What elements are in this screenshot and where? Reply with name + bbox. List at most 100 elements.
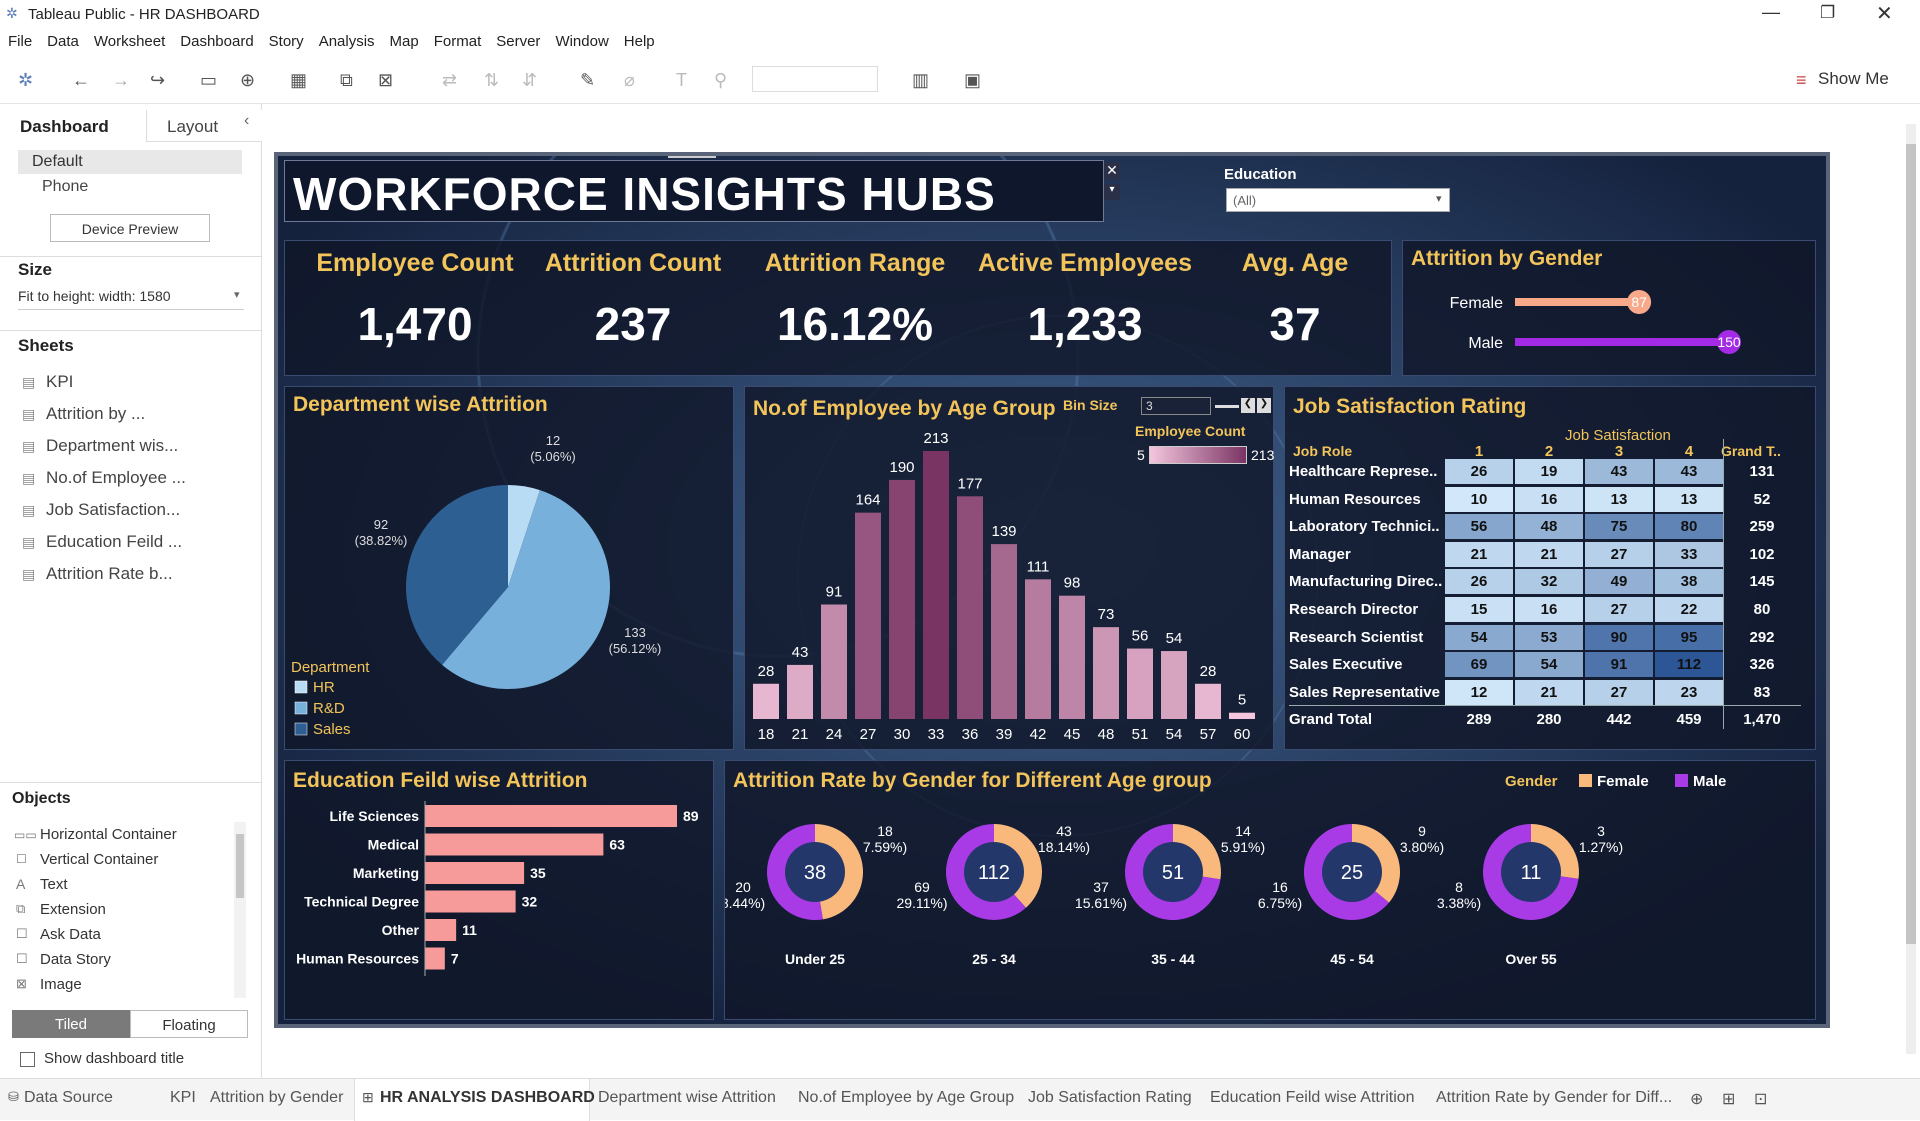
sheet-item[interactable]: Attrition by ...: [46, 404, 145, 424]
object-item[interactable]: Extension: [40, 901, 106, 918]
bar-value-label: 28: [1200, 663, 1217, 680]
chevron-down-icon[interactable]: ▾: [234, 288, 240, 301]
menu-help[interactable]: Help: [616, 28, 662, 50]
row-label: Healthcare Represe..: [1289, 463, 1438, 480]
gender-bar-male: [1515, 338, 1729, 346]
tab-attrition-by-gender[interactable]: Attrition by Gender: [210, 1089, 343, 1107]
redo-icon[interactable]: →: [112, 70, 130, 91]
horizontal-container-icon: ▭▭: [14, 828, 37, 842]
bar-value-label: 54: [1166, 630, 1183, 647]
show-title-checkbox[interactable]: [20, 1052, 35, 1067]
presentation-mode-icon[interactable]: ▣: [964, 70, 981, 91]
new-dashboard-icon[interactable]: ⊞: [1722, 1089, 1735, 1109]
menu-map[interactable]: Map: [382, 28, 426, 50]
tiled-button[interactable]: Tiled: [12, 1010, 130, 1038]
close-button[interactable]: ✕: [1876, 1, 1893, 26]
table-cell: 21: [1445, 541, 1513, 567]
tab-employee-by-age-group[interactable]: No.of Employee by Age Group: [798, 1089, 1014, 1107]
tab-education-feild-wise-attrition[interactable]: Education Feild wise Attrition: [1210, 1089, 1415, 1107]
sheet-item[interactable]: Attrition Rate b...: [46, 564, 173, 584]
menu-analysis[interactable]: Analysis: [311, 28, 382, 50]
fit-dropdown[interactable]: [752, 66, 878, 92]
restore-button[interactable]: ❐: [1820, 3, 1835, 23]
new-datasource-icon[interactable]: ⊕: [240, 70, 255, 91]
new-worksheet-icon[interactable]: ▦: [290, 70, 307, 91]
clear-icon[interactable]: ⊠: [378, 70, 393, 91]
new-worksheet-icon[interactable]: ⊕: [1690, 1089, 1703, 1109]
slice-value-label: 92: [374, 517, 388, 532]
education-bar: [425, 890, 516, 913]
collapse-icon[interactable]: ‹: [244, 112, 249, 130]
show-me-icon[interactable]: ≡: [1796, 70, 1807, 91]
show-me-label[interactable]: Show Me: [1818, 69, 1889, 89]
menu-server[interactable]: Server: [488, 28, 547, 50]
tab-dashboard[interactable]: Dashboard: [0, 110, 145, 142]
chevron-down-icon[interactable]: ▾: [1436, 192, 1442, 205]
menu-worksheet[interactable]: Worksheet: [86, 28, 172, 50]
canvas-scrollbar[interactable]: [1906, 124, 1916, 1054]
object-item[interactable]: Text: [40, 876, 68, 893]
pin-icon[interactable]: ⚲: [714, 70, 727, 91]
object-item[interactable]: Vertical Container: [40, 851, 158, 868]
sort-descending-icon[interactable]: ⇵: [522, 70, 537, 91]
sheet-item[interactable]: Education Feild ...: [46, 532, 182, 552]
menu-format[interactable]: Format: [426, 28, 489, 50]
sort-ascending-icon[interactable]: ⇅: [484, 70, 499, 91]
size-dropdown[interactable]: Fit to height: width: 1580: [18, 288, 244, 310]
tab-data-source[interactable]: Data Source: [24, 1089, 113, 1107]
kpi-label: Avg. Age: [1241, 249, 1349, 277]
menu-file[interactable]: File: [0, 28, 39, 50]
female-pct-label: 1.27%): [1579, 839, 1623, 855]
tab-job-satisfaction-rating[interactable]: Job Satisfaction Rating: [1028, 1089, 1192, 1107]
tab-hr-analysis-dashboard[interactable]: HR ANALYSIS DASHBOARD: [380, 1089, 595, 1107]
sheet-item[interactable]: Job Satisfaction...: [46, 500, 180, 520]
menu-window[interactable]: Window: [547, 28, 615, 50]
minimize-button[interactable]: —: [1762, 2, 1780, 23]
drag-handle[interactable]: [668, 156, 716, 158]
object-item[interactable]: Ask Data: [40, 926, 101, 943]
department-pie-chart: 12(5.06%) 133(56.12%) 92(38.82%) HR R&D Sales: [294, 433, 661, 738]
tableau-home-icon[interactable]: ✲: [18, 70, 33, 91]
objects-scrollbar[interactable]: [234, 822, 246, 998]
table-cell: 19: [1515, 459, 1583, 484]
device-default[interactable]: Default: [18, 150, 242, 174]
device-phone[interactable]: Phone: [42, 178, 88, 196]
object-item[interactable]: Horizontal Container: [40, 826, 177, 843]
replay-icon[interactable]: ↪: [150, 70, 165, 91]
duplicate-icon[interactable]: ⧉: [340, 70, 353, 91]
bar-value-label: 11: [462, 922, 477, 938]
chevron-down-icon[interactable]: ▾: [1104, 184, 1120, 200]
sheet-item[interactable]: Department wis...: [46, 436, 178, 456]
tab-attrition-rate-by-gender[interactable]: Attrition Rate by Gender for Diff...: [1436, 1089, 1672, 1107]
close-icon[interactable]: ✕: [1104, 162, 1120, 180]
menu-dashboard[interactable]: Dashboard: [172, 28, 260, 50]
presentation-cards-icon[interactable]: ▥: [912, 70, 929, 91]
table-cell: 56: [1445, 514, 1513, 540]
tab-department-wise-attrition[interactable]: Department wise Attrition: [598, 1089, 776, 1107]
undo-icon[interactable]: ←: [72, 70, 90, 91]
education-bar: [425, 862, 525, 884]
group-icon[interactable]: ⌀: [624, 70, 635, 91]
female-pct-label: 18.14%): [1038, 839, 1090, 855]
sheet-item[interactable]: No.of Employee ...: [46, 468, 186, 488]
age-bar: [1229, 712, 1255, 719]
sheet-item[interactable]: KPI: [46, 372, 73, 392]
education-filter-dropdown[interactable]: (All): [1226, 188, 1450, 212]
object-item[interactable]: Data Story: [40, 951, 111, 968]
data-story-icon: ☐: [16, 951, 28, 966]
tab-kpi[interactable]: KPI: [170, 1089, 196, 1107]
menu-data[interactable]: Data: [39, 28, 86, 50]
female-value-label: 18: [877, 823, 893, 839]
new-story-icon[interactable]: ⊡: [1754, 1089, 1767, 1109]
object-item[interactable]: Image: [40, 976, 82, 993]
menu-story[interactable]: Story: [261, 28, 311, 50]
save-icon[interactable]: ▭: [200, 70, 217, 91]
table-cell: 13: [1655, 486, 1723, 512]
swap-icon[interactable]: ⇄: [442, 70, 457, 91]
page-title: WORKFORCE INSIGHTS HUBS: [293, 168, 996, 220]
bar-value-label: 213: [923, 430, 948, 447]
highlight-icon[interactable]: ✎: [580, 70, 595, 91]
label-icon[interactable]: T: [676, 70, 687, 91]
device-preview-button[interactable]: Device Preview: [50, 214, 210, 242]
floating-button[interactable]: Floating: [130, 1010, 248, 1038]
